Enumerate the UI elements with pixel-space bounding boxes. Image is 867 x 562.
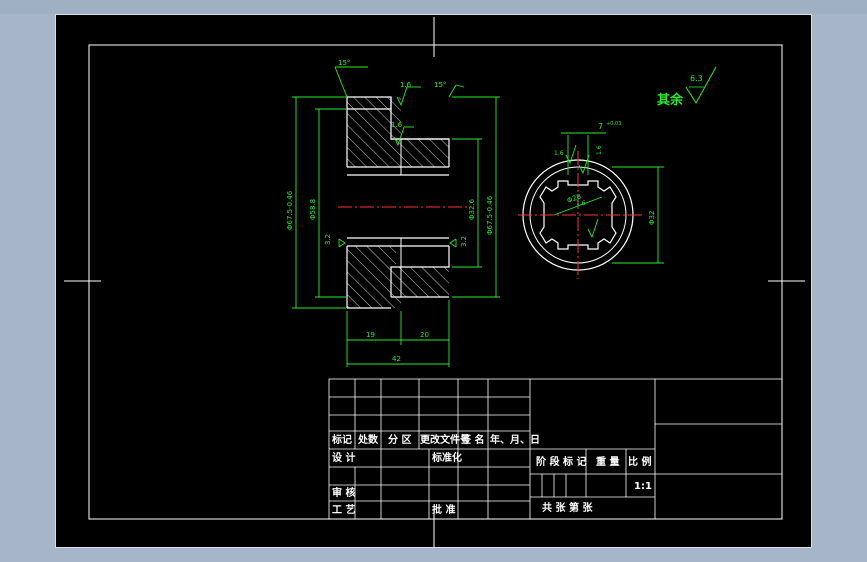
remaining-roughness-value: 6.3 — [690, 74, 703, 83]
tb-count: 处数 — [357, 433, 379, 446]
section-view: 15° 15° 1.6 1.6 3.2 3.2 Φ67.5-0.46 Φ58.8… — [286, 59, 500, 367]
tb-review: 审 核 — [332, 486, 355, 499]
tb-weight: 重 量 — [596, 455, 619, 468]
roughness-right-label: 3.2 — [460, 236, 468, 247]
dim-outer-diameter: Φ67.5-0.46 — [286, 190, 294, 230]
tb-standard: 标准化 — [431, 451, 462, 464]
tb-mark: 标记 — [331, 433, 352, 446]
tb-design: 设 计 — [332, 451, 355, 464]
dim-length-a: 19 — [366, 331, 375, 339]
tb-scale: 1:1 — [634, 481, 652, 492]
spline-outer-diameter-label: Φ32 — [648, 211, 656, 225]
roughness-inner-label: 1.6 — [391, 121, 403, 129]
remaining-roughness-note: 其余 6.3 — [657, 66, 717, 108]
section-hatch-bottom — [347, 246, 449, 308]
drawing-sheet: 15° 15° 1.6 1.6 3.2 3.2 Φ67.5-0.46 Φ58.8… — [55, 14, 812, 548]
tb-sheets: 共 张 第 张 — [542, 501, 593, 514]
dim-length-b: 20 — [420, 331, 429, 339]
tb-process: 工 艺 — [332, 503, 355, 516]
angle-left-label: 15° — [338, 59, 350, 67]
key-roughness-2: 1.6 — [596, 145, 603, 155]
tb-date: 年、月、日 — [490, 433, 540, 446]
angle-right-label: 15° — [434, 81, 446, 89]
title-block — [328, 378, 783, 520]
dim-hub-diameter: Φ58.8 — [309, 199, 317, 220]
window-background — [0, 0, 867, 14]
dim-length-total: 42 — [392, 355, 401, 363]
key-tolerance-label: +0.03 — [606, 121, 621, 127]
dim-right-diameter: Φ67.5-0.46 — [486, 195, 494, 235]
roughness-top-label: 1.6 — [400, 81, 412, 89]
tb-ratio: 比 例 — [628, 455, 651, 468]
dim-bore-diameter: Φ32.6 — [468, 198, 476, 220]
tb-approve: 批 准 — [432, 503, 455, 516]
section-hatch-top — [347, 97, 449, 167]
roughness-left-label: 3.2 — [324, 234, 332, 245]
key-roughness-1: 1.6 — [554, 150, 564, 157]
tb-stage: 阶 段 标 记 — [536, 455, 586, 468]
cad-drawing-canvas: 15° 15° 1.6 1.6 3.2 3.2 Φ67.5-0.46 Φ58.8… — [64, 17, 805, 547]
remaining-label: 其余 — [657, 92, 684, 108]
tb-sign: 签 名 — [460, 433, 484, 446]
end-view: 7 +0.03 1.6 1.6 1.6 Φ28 Φ32 — [518, 121, 664, 279]
key-width-label: 7 — [598, 122, 603, 131]
tb-zone: 分 区 — [388, 433, 411, 446]
